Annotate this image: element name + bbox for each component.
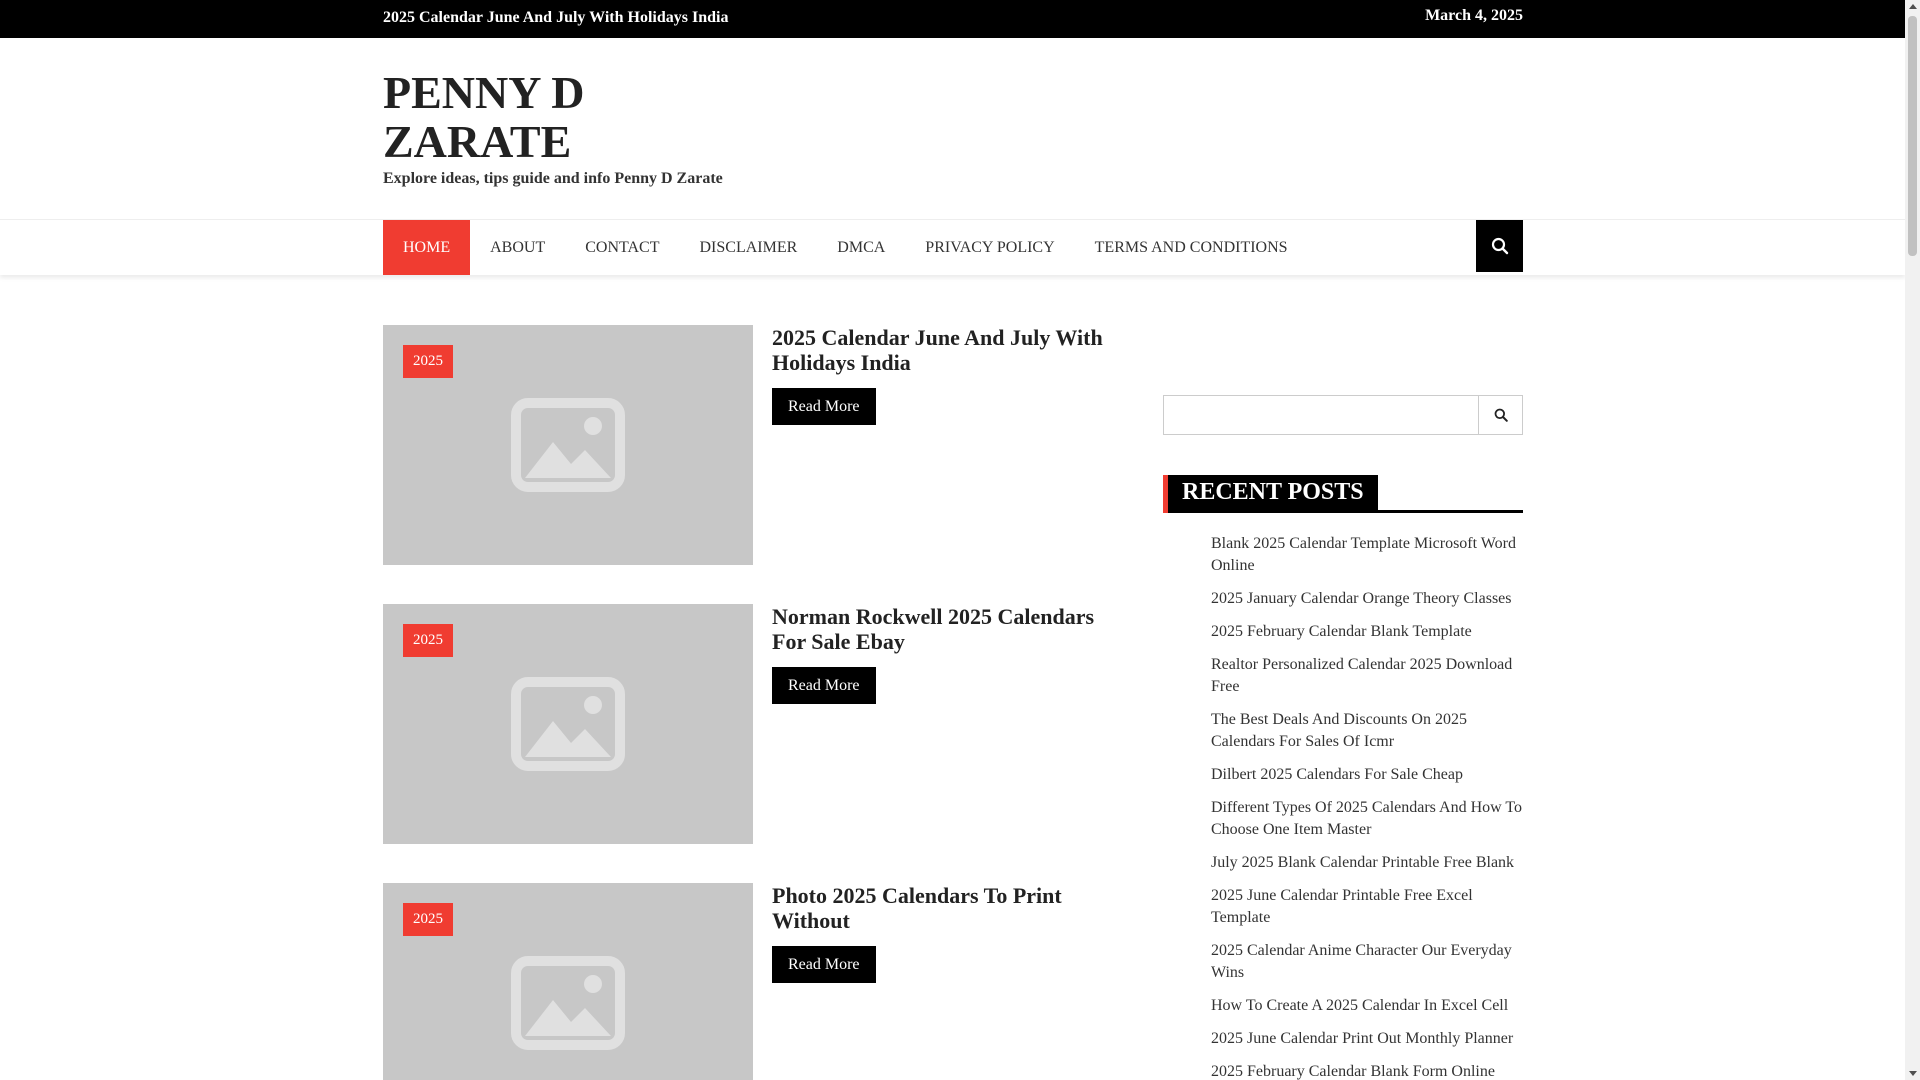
category-badge[interactable]: 2025 bbox=[403, 345, 453, 378]
nav-item-disclaimer[interactable]: DISCLAIMER bbox=[680, 220, 818, 275]
main-navigation: HOME ABOUT CONTACT DISCLAIMER DMCA PRIVA… bbox=[0, 220, 1905, 275]
recent-post-link[interactable]: Different Types Of 2025 Calendars And Ho… bbox=[1211, 797, 1529, 841]
sidebar-search-form bbox=[1163, 395, 1523, 435]
nav-menu: HOME ABOUT CONTACT DISCLAIMER DMCA PRIVA… bbox=[383, 220, 1308, 275]
recent-post-link[interactable]: How To Create A 2025 Calendar In Excel C… bbox=[1211, 995, 1529, 1017]
post-card: 2025 Photo 2025 Calendars To Print Witho… bbox=[383, 883, 1123, 1080]
scrollbar-thumb[interactable] bbox=[1908, 16, 1917, 256]
site-tagline: Explore ideas, tips guide and info Penny… bbox=[383, 170, 723, 187]
recent-post-link[interactable]: 2025 February Calendar Blank Form Online bbox=[1211, 1061, 1529, 1080]
recent-post-link[interactable]: Dilbert 2025 Calendars For Sale Cheap bbox=[1211, 764, 1529, 786]
recent-post-link[interactable]: 2025 February Calendar Blank Template bbox=[1211, 621, 1529, 643]
nav-item-privacy-policy[interactable]: PRIVACY POLICY bbox=[905, 220, 1074, 275]
site-header: PENNY D ZARATE Explore ideas, tips guide… bbox=[0, 38, 1905, 220]
scroll-up-arrow-icon[interactable] bbox=[1909, 4, 1917, 9]
post-card: 2025 Norman Rockwell 2025 Calendars For … bbox=[383, 604, 1123, 844]
search-icon bbox=[1491, 237, 1508, 255]
nav-item-contact[interactable]: CONTACT bbox=[565, 220, 679, 275]
recent-posts-title: RECENT POSTS bbox=[1168, 475, 1378, 510]
sidebar-search-input[interactable] bbox=[1164, 396, 1480, 434]
recent-post-link[interactable]: 2025 January Calendar Orange Theory Clas… bbox=[1211, 588, 1529, 610]
read-more-button[interactable]: Read More bbox=[772, 946, 876, 983]
image-placeholder-icon bbox=[511, 677, 625, 771]
recent-post-link[interactable]: The Best Deals And Discounts On 2025 Cal… bbox=[1211, 709, 1529, 753]
recent-post-link[interactable]: Realtor Personalized Calendar 2025 Downl… bbox=[1211, 654, 1529, 698]
recent-post-link[interactable]: 2025 June Calendar Printable Free Excel … bbox=[1211, 885, 1529, 929]
scroll-down-arrow-icon[interactable] bbox=[1909, 1071, 1917, 1076]
post-title[interactable]: Norman Rockwell 2025 Calendars For Sale … bbox=[772, 604, 1132, 654]
nav-item-home[interactable]: HOME bbox=[383, 220, 471, 275]
image-placeholder-icon bbox=[511, 398, 625, 492]
recent-post-link[interactable]: 2025 Calendar Anime Character Our Everyd… bbox=[1211, 940, 1529, 984]
category-badge[interactable]: 2025 bbox=[403, 624, 453, 657]
recent-post-link[interactable]: 2025 June Calendar Print Out Monthly Pla… bbox=[1211, 1028, 1529, 1050]
post-title[interactable]: 2025 Calendar June And July With Holiday… bbox=[772, 325, 1132, 375]
post-title[interactable]: Photo 2025 Calendars To Print Without bbox=[772, 883, 1132, 933]
nav-item-terms-and-conditions[interactable]: TERMS AND CONDITIONS bbox=[1075, 220, 1308, 275]
read-more-button[interactable]: Read More bbox=[772, 388, 876, 425]
site-title[interactable]: PENNY D ZARATE bbox=[383, 68, 683, 166]
nav-search-button[interactable] bbox=[1476, 220, 1523, 272]
nav-item-about[interactable]: ABOUT bbox=[470, 220, 565, 275]
recent-posts-list: Blank 2025 Calendar Template Microsoft W… bbox=[1211, 533, 1529, 1080]
read-more-button[interactable]: Read More bbox=[772, 667, 876, 704]
search-icon bbox=[1494, 408, 1508, 422]
nav-item-dmca[interactable]: DMCA bbox=[817, 220, 905, 275]
recent-posts-heading: RECENT POSTS bbox=[1163, 475, 1523, 513]
image-placeholder-icon bbox=[511, 956, 625, 1050]
top-bar-ticker-link[interactable]: 2025 Calendar June And July With Holiday… bbox=[383, 9, 728, 27]
recent-post-link[interactable]: July 2025 Blank Calendar Printable Free … bbox=[1211, 852, 1529, 874]
recent-post-link[interactable]: Blank 2025 Calendar Template Microsoft W… bbox=[1211, 533, 1529, 577]
post-card: 2025 2025 Calendar June And July With Ho… bbox=[383, 325, 1123, 565]
page-scrollbar[interactable] bbox=[1905, 0, 1920, 1080]
top-bar: 2025 Calendar June And July With Holiday… bbox=[0, 0, 1905, 38]
sidebar-search-button[interactable] bbox=[1478, 396, 1522, 434]
top-bar-date: March 4, 2025 bbox=[1425, 7, 1523, 24]
category-badge[interactable]: 2025 bbox=[403, 903, 453, 936]
